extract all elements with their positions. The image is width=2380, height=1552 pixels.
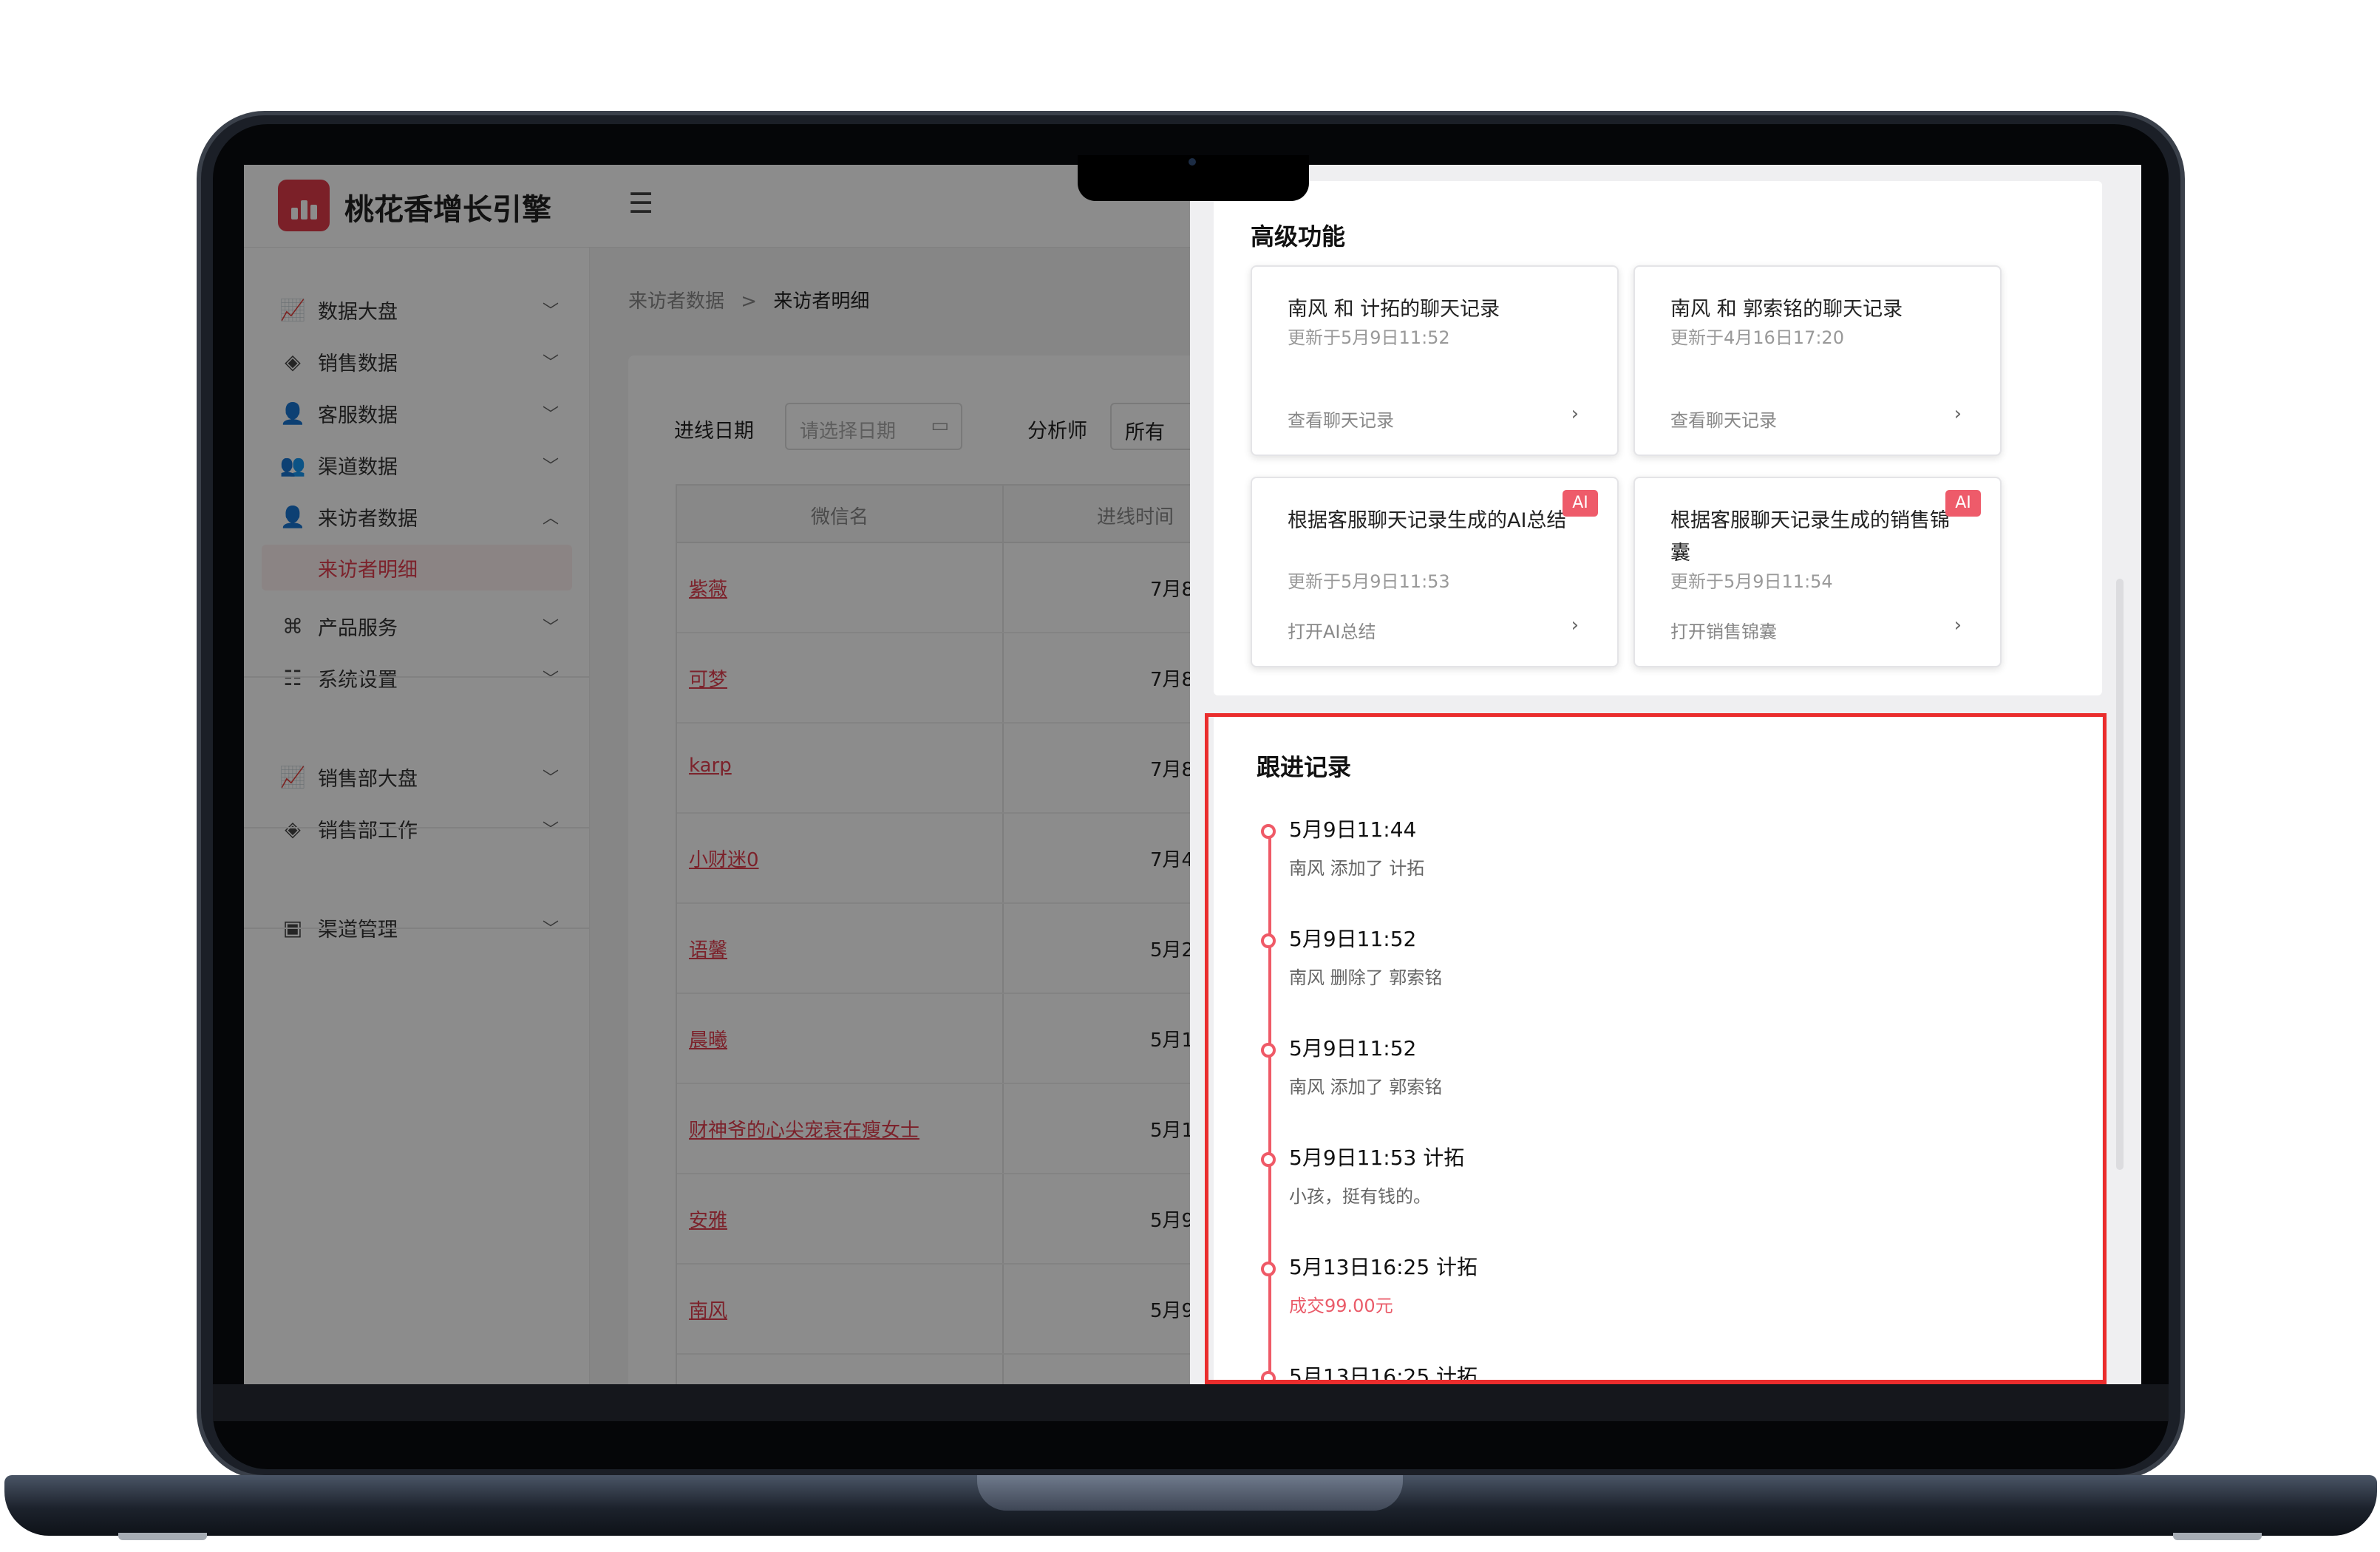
- feature-card-title: 南风 和 计拓的聊天记录: [1288, 298, 1500, 321]
- feature-card[interactable]: 南风 和 计拓的聊天记录 更新于5月9日11:52 查看聊天记录 ›: [1251, 265, 1619, 456]
- feature-card-title: 根据客服聊天记录生成的销售锦囊: [1670, 509, 1950, 565]
- followup-records-panel: 跟进记录 5月9日11:44 南风 添加了 计拓 5月9日11:52 南风 删除了 郭…: [1214, 713, 2102, 1384]
- timeline-dot-icon: [1261, 1262, 1276, 1276]
- timeline-dot-icon: [1261, 1043, 1276, 1058]
- timeline-time: 5月9日11:53 计拓: [1289, 1146, 1465, 1170]
- timeline-desc: 成交99.00元: [1289, 1296, 1393, 1316]
- timeline-line: [1268, 833, 1271, 1384]
- camera-icon: [1189, 158, 1196, 166]
- timeline-desc: 南风 删除了 郭索铭: [1289, 967, 1443, 988]
- feature-card[interactable]: 根据客服聊天记录生成的AI总结 更新于5月9日11:53 打开AI总结 › AI: [1251, 477, 1619, 667]
- timeline-dot-icon: [1261, 933, 1276, 948]
- advanced-features-panel: 高级功能 南风 和 计拓的聊天记录 更新于5月9日11:52 查看聊天记录 › 南风 和…: [1214, 181, 2102, 695]
- timeline-time: 5月9日11:52: [1289, 927, 1417, 951]
- followup-title: 跟进记录: [1257, 753, 1352, 781]
- feature-card-updated: 更新于4月16日17:20: [1670, 327, 1844, 348]
- feature-card-link[interactable]: 打开AI总结: [1288, 617, 1376, 643]
- advanced-features-title: 高级功能: [1251, 222, 1346, 251]
- feature-card[interactable]: 根据客服聊天记录生成的销售锦囊更新于5月9日11:54 打开销售锦囊 › AI: [1633, 477, 2002, 667]
- drawer-mask[interactable]: [244, 165, 1190, 1384]
- feature-card-link[interactable]: 查看聊天记录: [1670, 406, 1777, 432]
- screen-chin: [213, 1384, 2169, 1421]
- feature-card[interactable]: 南风 和 郭索铭的聊天记录 更新于4月16日17:20 查看聊天记录 ›: [1633, 265, 2002, 456]
- drawer-scrollbar[interactable]: [2116, 579, 2124, 1170]
- ai-badge: AI: [1563, 490, 1598, 517]
- visitor-detail-drawer: 高级功能 南风 和 计拓的聊天记录 更新于5月9日11:52 查看聊天记录 › 南风 和…: [1190, 165, 2141, 1384]
- laptop-foot: [118, 1533, 207, 1540]
- feature-card-updated: 更新于5月9日11:52: [1288, 327, 1450, 348]
- laptop-foot: [2173, 1533, 2262, 1540]
- feature-card-updated: 更新于5月9日11:53: [1288, 571, 1450, 592]
- timeline-time: 5月9日11:44: [1289, 817, 1417, 842]
- chevron-right-icon: ›: [1954, 614, 1962, 636]
- chevron-right-icon: ›: [1954, 403, 1962, 425]
- feature-card-title: 南风 和 郭索铭的聊天记录: [1670, 298, 1903, 321]
- camera-notch: [1078, 155, 1309, 201]
- chevron-right-icon: ›: [1571, 614, 1579, 636]
- feature-card-link[interactable]: 查看聊天记录: [1288, 406, 1394, 432]
- feature-card-updated: 更新于5月9日11:54: [1670, 571, 1833, 592]
- feature-card-title: 根据客服聊天记录生成的AI总结: [1288, 509, 1567, 532]
- feature-card-link[interactable]: 打开销售锦囊: [1670, 617, 1777, 643]
- timeline-dot-icon: [1261, 1152, 1276, 1167]
- timeline-dot-icon: [1261, 824, 1276, 839]
- timeline-desc: 南风 添加了 计拓: [1289, 858, 1425, 879]
- laptop-opening-notch: [977, 1475, 1403, 1511]
- ai-badge: AI: [1945, 490, 1981, 517]
- screen: 桃花香增长引擎 ☰ 📈 数据大盘 ﹀ ◈ 销售数据 ﹀ 👤 客服数据 ﹀ 👥 渠道数据 ﹀ 👤 来访者数据…: [244, 165, 2141, 1384]
- timeline-dot-icon: [1261, 1371, 1276, 1384]
- chevron-right-icon: ›: [1571, 403, 1579, 425]
- timeline-time: 5月13日16:25 计拓: [1289, 1364, 1478, 1384]
- timeline-desc: 南风 添加了 郭索铭: [1289, 1077, 1443, 1097]
- timeline-desc: 小孩，挺有钱的。: [1289, 1186, 1431, 1207]
- timeline-time: 5月13日16:25 计拓: [1289, 1255, 1478, 1279]
- timeline-time: 5月9日11:52: [1289, 1036, 1417, 1061]
